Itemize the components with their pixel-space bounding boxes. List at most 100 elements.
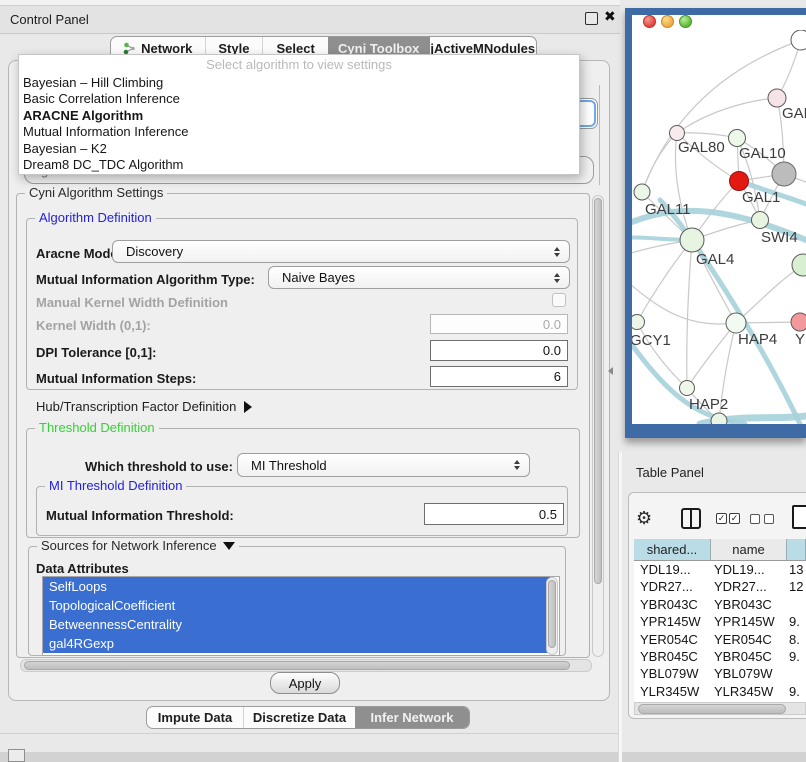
network-node-label: HAP2 [689, 396, 728, 413]
settings-vscrollbar-thumb[interactable] [594, 198, 602, 584]
settings-hscrollbar[interactable] [20, 659, 592, 672]
columns-icon[interactable] [681, 508, 701, 529]
kernel-width-input[interactable]: 0.0 [430, 314, 568, 334]
aracne-mode-value: Discovery [126, 244, 183, 259]
table-row[interactable]: YBR045CYBR045C9. [634, 648, 806, 665]
tab-impute-data[interactable]: Impute Data [147, 707, 243, 728]
hub-definition-disclosure[interactable]: Hub/Transcription Factor Definition [36, 399, 252, 414]
which-threshold-combo[interactable]: MI Threshold [237, 453, 530, 477]
table-cell: YLR345W [714, 684, 773, 699]
table-row[interactable]: YDR27...YDR27...12 [634, 578, 806, 595]
network-node-hap4[interactable] [726, 313, 746, 333]
panel-splitter[interactable] [618, 452, 622, 762]
table-row[interactable]: YBL079WYBL079W [634, 665, 806, 682]
table-hscrollbar-thumb[interactable] [638, 704, 786, 714]
table-hscrollbar[interactable] [634, 702, 806, 715]
network-node-hap2[interactable] [680, 381, 695, 396]
algorithm-option[interactable]: ARACNE Algorithm [19, 107, 579, 124]
network-node-gal11[interactable] [634, 184, 650, 200]
disclosure-right-icon[interactable] [244, 401, 252, 413]
network-edge [736, 265, 803, 323]
table-row[interactable]: YDL19...YDL19...13 [634, 561, 806, 578]
table-cell: 8. [789, 632, 800, 647]
network-node[interactable] [711, 413, 727, 424]
table-row[interactable]: YER054CYER054C8. [634, 631, 806, 648]
data-attribute-item[interactable]: SelfLoops [43, 577, 551, 596]
attr-list-scrollbar-thumb[interactable] [548, 580, 556, 648]
hidden-group-border [599, 85, 600, 185]
select-all-checks-icon[interactable]: ✓ [729, 513, 740, 524]
tab-discretize-data[interactable]: Discretize Data [243, 707, 355, 728]
data-attribute-item[interactable]: BetweennessCentrality [43, 615, 551, 634]
sources-disclosure[interactable]: Sources for Network Inference [37, 538, 239, 553]
algorithm-option[interactable]: Dream8 DC_TDC Algorithm [19, 157, 579, 174]
tab-infer-network[interactable]: Infer Network [355, 707, 469, 728]
mi-steps-input[interactable]: 6 [430, 366, 568, 387]
algorithm-dropdown-items: Bayesian – Hill ClimbingBasic Correlatio… [19, 74, 579, 173]
algorithm-option[interactable]: Bayesian – Hill Climbing [19, 74, 579, 91]
disclosure-down-icon[interactable] [223, 542, 235, 550]
table-row[interactable]: YLR345WYLR345W9. [634, 683, 806, 700]
data-attribute-item[interactable]: TopologicalCoefficient [43, 596, 551, 615]
mi-type-value: Naive Bayes [282, 270, 355, 285]
mi-type-combo[interactable]: Naive Bayes [268, 266, 570, 289]
network-edge [687, 240, 692, 388]
bottom-bar [0, 752, 806, 762]
table-column-header[interactable] [787, 539, 806, 561]
tab-label: Impute Data [158, 710, 232, 725]
attr-list-scrollbar[interactable] [546, 577, 558, 655]
network-node-swi4[interactable] [752, 212, 769, 229]
unselect-all-icon[interactable] [764, 514, 774, 524]
collapsed-panel-icon[interactable] [8, 749, 25, 762]
network-node-gal10[interactable] [729, 130, 746, 147]
network-node-gcy1[interactable] [632, 315, 645, 330]
network-node-gal1[interactable] [730, 172, 749, 191]
manual-kernel-checkbox[interactable] [552, 293, 566, 307]
data-attribute-item[interactable]: gal4RGexp [43, 634, 551, 653]
stepper-arrows-icon [554, 247, 560, 257]
table-cell: YLR345W [640, 684, 699, 699]
stepper-arrows-icon [554, 273, 560, 283]
mi-threshold-input[interactable]: 0.5 [424, 503, 564, 525]
network-node-label: GAL80 [678, 139, 725, 156]
splitter-arrow-icon[interactable] [608, 367, 613, 375]
dpi-tolerance-input[interactable]: 0.0 [430, 340, 568, 361]
algorithm-option[interactable]: Bayesian – K2 [19, 140, 579, 157]
data-attributes-list: SelfLoopsTopologicalCoefficientBetweenne… [42, 576, 560, 656]
float-window-icon[interactable] [585, 12, 598, 25]
table-cell: YBL079W [640, 666, 699, 681]
kernel-width-value: 0.0 [543, 317, 561, 332]
function-builder-icon[interactable] [792, 505, 806, 529]
apply-button[interactable]: Apply [270, 672, 340, 694]
algorithm-option[interactable]: Mutual Information Inference [19, 124, 579, 141]
unselect-all-icon[interactable] [750, 514, 760, 524]
mac-minimize-icon[interactable] [661, 15, 674, 28]
table-cell: YER054C [714, 632, 772, 647]
select-all-checks-icon[interactable]: ✓ [716, 513, 727, 524]
table-column-header[interactable]: name [711, 539, 787, 561]
network-icon [123, 42, 136, 55]
algorithm-option[interactable]: Basic Correlation Inference [19, 91, 579, 108]
network-node-y[interactable] [791, 313, 806, 331]
table-cell: YPR145W [714, 614, 775, 629]
aracne-mode-combo[interactable]: Discovery [112, 240, 570, 263]
algorithm-dropdown-prompt: Select algorithm to view settings [19, 55, 579, 74]
settings-vscrollbar[interactable] [592, 195, 604, 657]
gear-icon[interactable]: ⚙ [636, 508, 652, 529]
table-column-header[interactable]: shared... [634, 539, 711, 561]
algorithm-definition-title: Algorithm Definition [35, 210, 156, 225]
network-node-gal4[interactable] [680, 228, 704, 252]
network-node[interactable] [791, 30, 806, 50]
table-row[interactable]: YBR043CYBR043C [634, 596, 806, 613]
settings-hscrollbar-thumb[interactable] [24, 661, 570, 670]
mac-close-icon[interactable] [643, 15, 656, 28]
table-row[interactable]: YPR145WYPR145W9. [634, 613, 806, 630]
network-node[interactable] [772, 162, 796, 186]
network-node[interactable] [792, 254, 806, 276]
control-panel-title: Control Panel [10, 12, 89, 27]
manual-kernel-label: Manual Kernel Width Definition [36, 295, 228, 310]
mi-steps-value: 6 [554, 369, 561, 384]
mac-zoom-icon[interactable] [679, 15, 692, 28]
close-icon[interactable]: ✖ [604, 8, 616, 25]
network-node-label: GAL1 [742, 189, 780, 206]
